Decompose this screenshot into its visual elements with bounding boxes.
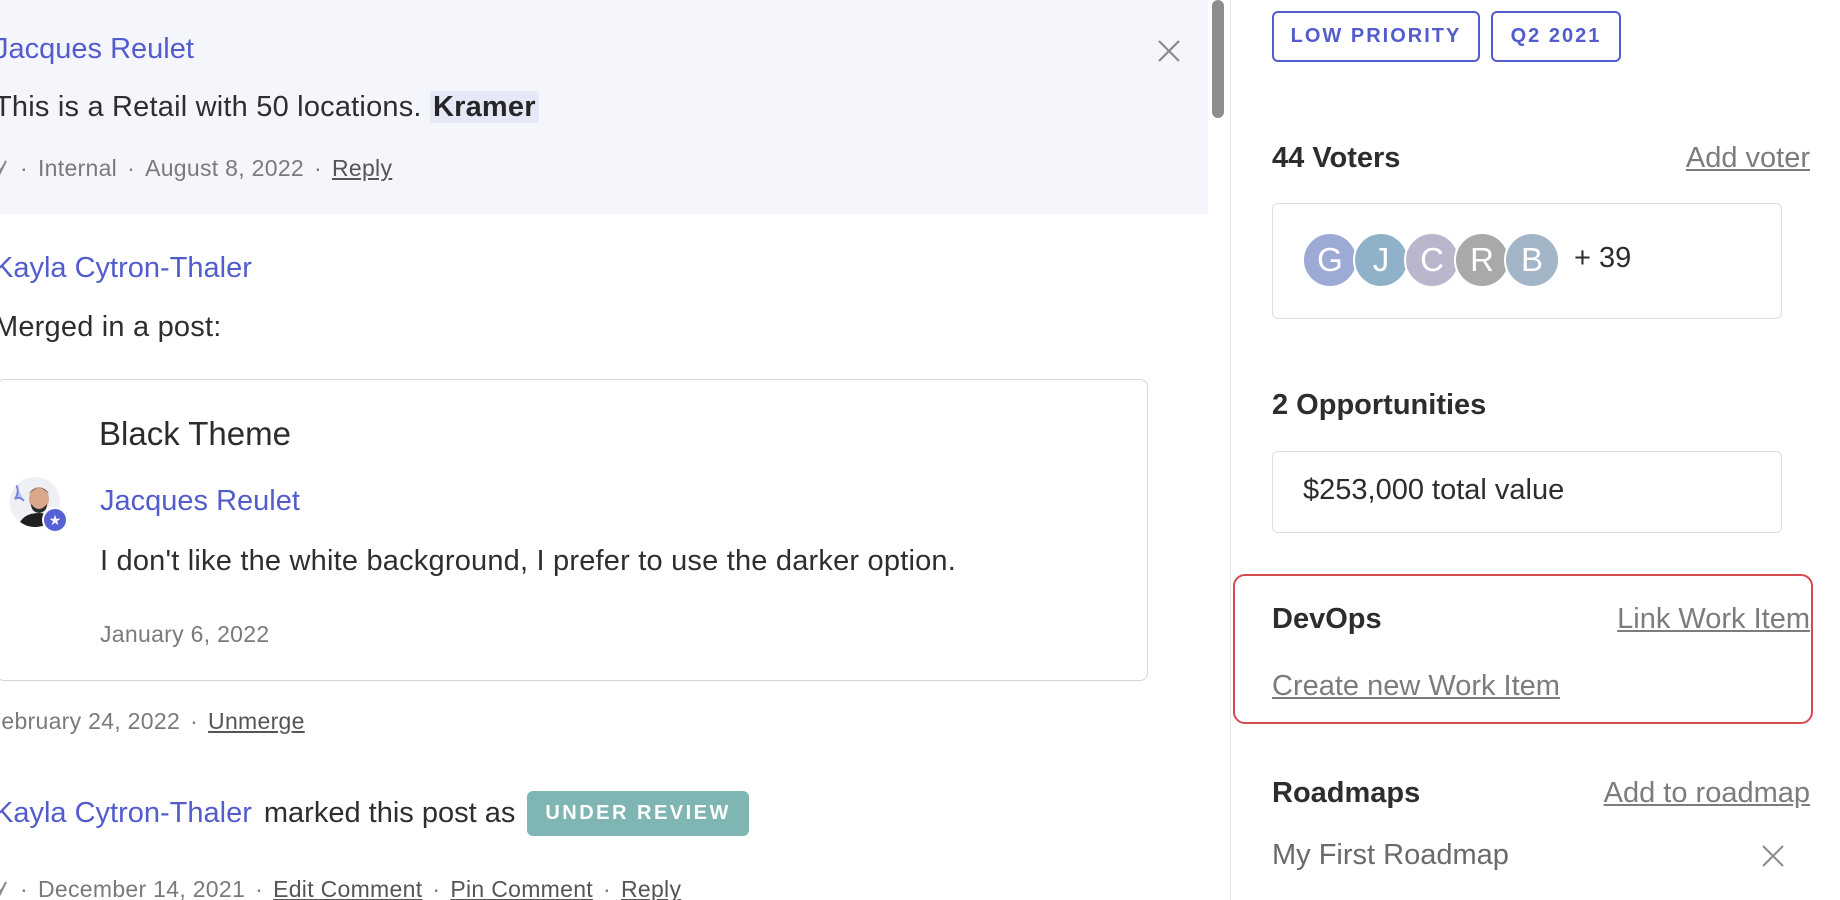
comment-author[interactable]: Jacques Reulet xyxy=(0,33,194,66)
roadmap-item[interactable]: My First Roadmap xyxy=(1272,839,1509,872)
pin-comment-link[interactable]: Pin Comment xyxy=(450,876,593,900)
voter-avatar[interactable]: G xyxy=(1302,232,1358,288)
like-icon[interactable] xyxy=(0,880,10,900)
edit-comment-link[interactable]: Edit Comment xyxy=(273,876,422,900)
comment-meta: · Internal · August 8, 2022 · Reply xyxy=(0,155,392,182)
add-to-roadmap-link[interactable]: Add to roadmap xyxy=(1604,777,1810,810)
opportunities-total: $253,000 total value xyxy=(1303,474,1565,506)
reply-link[interactable]: Reply xyxy=(332,155,392,182)
visibility-label: Internal xyxy=(37,155,118,181)
comment-date: December 14, 2021 xyxy=(37,876,246,900)
merged-post-author[interactable]: Jacques Reulet xyxy=(100,485,300,518)
comment-meta: · December 14, 2021 · Edit Comment · Pin… xyxy=(0,876,681,900)
tag-low-priority[interactable]: LOW PRIORITY xyxy=(1272,11,1480,62)
roadmaps-title: Roadmaps xyxy=(1272,777,1421,809)
post-sidebar: LOW PRIORITY Q2 2021 44 Voters Add voter… xyxy=(1231,0,1840,900)
more-voters-count[interactable]: + 39 xyxy=(1574,242,1631,275)
mention[interactable]: Kramer xyxy=(429,91,539,123)
status-change-line: Kayla Cytron-Thaler marked this post as … xyxy=(0,791,749,836)
status-badge[interactable]: UNDER REVIEW xyxy=(527,791,749,836)
create-work-item-link[interactable]: Create new Work Item xyxy=(1272,670,1560,703)
voters-card: G J C R B + 39 xyxy=(1272,203,1782,319)
voter-avatar[interactable]: J xyxy=(1353,232,1409,288)
merged-post-date: January 6, 2022 xyxy=(100,621,269,648)
voter-avatar[interactable]: R xyxy=(1454,232,1510,288)
comment-author[interactable]: Kayla Cytron-Thaler xyxy=(0,797,252,830)
comment-date: February 24, 2022 xyxy=(0,708,181,734)
status-action-text: marked this post as xyxy=(263,797,516,829)
comments-pane: Jacques Reulet This is a Retail with 50 … xyxy=(0,0,1230,900)
link-work-item-link[interactable]: Link Work Item xyxy=(1617,603,1810,636)
comment-text: Merged in a post: xyxy=(0,311,222,343)
comment-text: This is a Retail with 50 locations. Kram… xyxy=(0,91,539,124)
comment-author[interactable]: Kayla Cytron-Thaler xyxy=(0,252,252,285)
remove-roadmap-icon[interactable] xyxy=(1760,843,1786,869)
unmerge-link[interactable]: Unmerge xyxy=(208,708,305,735)
avatar: ★ xyxy=(10,477,68,533)
merged-post-title[interactable]: Black Theme xyxy=(99,415,291,453)
close-icon[interactable] xyxy=(1156,38,1182,64)
add-voter-link[interactable]: Add voter xyxy=(1686,142,1810,175)
comment-meta: February 24, 2022 · Unmerge xyxy=(0,708,305,735)
voter-avatar[interactable]: C xyxy=(1404,232,1460,288)
tag-q2-2021[interactable]: Q2 2021 xyxy=(1491,11,1621,62)
devops-title: DevOps xyxy=(1272,603,1382,635)
opportunities-title: 2 Opportunities xyxy=(1272,389,1487,421)
date-text: January 6, 2022 xyxy=(100,621,270,647)
reply-link[interactable]: Reply xyxy=(621,876,681,900)
voter-avatar[interactable]: B xyxy=(1504,232,1560,288)
scrollbar[interactable] xyxy=(1212,0,1224,118)
comment-date: August 8, 2022 xyxy=(145,155,304,181)
star-badge-icon: ★ xyxy=(42,507,68,533)
merged-post-text: I don't like the white background, I pre… xyxy=(100,545,957,577)
opportunities-card[interactable]: $253,000 total value xyxy=(1272,451,1782,533)
like-icon[interactable] xyxy=(0,159,10,179)
comment-body: This is a Retail with 50 locations. xyxy=(0,91,422,123)
voters-title: 44 Voters xyxy=(1272,142,1401,174)
